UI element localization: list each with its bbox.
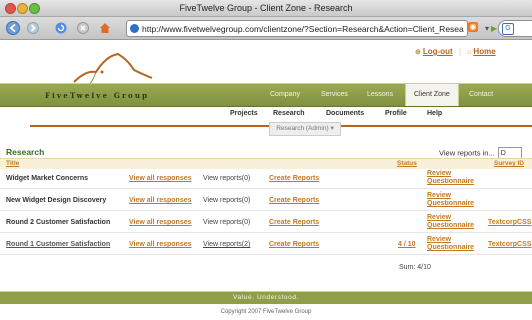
home-link-icon: ⌂: [467, 49, 472, 56]
status-link[interactable]: 4 / 10: [398, 241, 416, 248]
view-reports-text: View reports(0): [203, 175, 251, 182]
address-url: http://www.fivetwelvegroup.com/clientzon…: [142, 23, 464, 34]
create-reports-link[interactable]: Create Reports: [269, 219, 319, 226]
subnav-documents[interactable]: Documents: [326, 110, 364, 117]
web-page: ⊕ Log-out | ⌂ Home FiveTwelve Group Compan…: [0, 40, 532, 320]
nav-services[interactable]: Services: [321, 84, 348, 106]
survey-id-link[interactable]: TextcorpCSS: [488, 241, 531, 248]
sub-navigation: Projects Research Documents Profile Help: [0, 106, 532, 122]
address-bar[interactable]: http://www.fivetwelvegroup.com/clientzon…: [126, 20, 468, 37]
logout-icon: ⊕: [415, 49, 421, 56]
browser-toolbar: http://www.fivetwelvegroup.com/clientzon…: [0, 17, 532, 40]
column-header-title[interactable]: Title: [6, 160, 19, 167]
back-button[interactable]: [3, 21, 23, 35]
status-sum: Sum: 4/10: [399, 264, 431, 271]
research-dropdown[interactable]: Research (Admin) ▾: [269, 122, 341, 136]
stop-button[interactable]: [76, 21, 90, 35]
research-dropdown-label: Research (Admin): [276, 125, 329, 132]
view-reports-text: View reports(0): [203, 197, 251, 204]
review-questionnaire-link[interactable]: Review Questionnaire: [427, 236, 477, 252]
link-separator: |: [458, 47, 461, 56]
subnav-research[interactable]: Research: [273, 110, 305, 117]
subnav-help[interactable]: Help: [427, 110, 442, 117]
nav-contact[interactable]: Contact: [469, 84, 493, 106]
reload-icon: [55, 22, 67, 34]
nav-company[interactable]: Company: [270, 84, 300, 106]
rss-feed-icon[interactable]: ◉: [468, 22, 478, 32]
view-responses-link[interactable]: View all responses: [129, 175, 192, 182]
row-title: New Widget Design Discovery: [6, 197, 107, 204]
create-reports-link[interactable]: Create Reports: [269, 175, 319, 182]
back-arrow-icon: [6, 21, 20, 35]
view-reports-link[interactable]: View reports(2): [203, 241, 250, 248]
survey-id-link[interactable]: TextcorpCSS: [488, 219, 531, 226]
main-navigation: FiveTwelve Group Company Services Lesson…: [0, 83, 532, 107]
create-reports-link[interactable]: Create Reports: [269, 241, 319, 248]
logout-link[interactable]: Log-out: [423, 47, 453, 56]
nav-client-zone[interactable]: Client Zone: [405, 84, 459, 106]
site-favicon-icon: [130, 24, 139, 33]
footer-tagline: Value. Understood.: [0, 291, 532, 304]
view-responses-link[interactable]: View all responses: [129, 219, 192, 226]
row-title-link[interactable]: Round 1 Customer Satisfaction: [6, 241, 110, 248]
footer-copyright: Copyright 2007 FiveTwelve Group: [220, 309, 312, 315]
column-header-status[interactable]: Status: [397, 160, 417, 167]
review-questionnaire-link[interactable]: Review Questionnaire: [427, 192, 477, 208]
review-questionnaire-link[interactable]: Review Questionnaire: [427, 170, 477, 186]
nav-lessons[interactable]: Lessons: [367, 84, 393, 106]
home-button[interactable]: [98, 21, 112, 35]
stop-icon: [77, 22, 89, 34]
view-responses-link[interactable]: View all responses: [129, 197, 192, 204]
row-title: Round 2 Customer Satisfaction: [6, 219, 111, 226]
search-box[interactable]: G: [498, 20, 532, 37]
dropdown-arrow-icon: ▾: [330, 125, 334, 132]
view-responses-link[interactable]: View all responses: [129, 241, 192, 248]
table-header: Title Status Survey ID: [0, 158, 532, 169]
forward-button[interactable]: [25, 21, 41, 35]
subnav-projects[interactable]: Projects: [230, 110, 258, 117]
company-logo[interactable]: [72, 48, 154, 88]
table-row: Round 2 Customer Satisfaction View all r…: [0, 213, 532, 233]
view-reports-label: View reports in...: [439, 148, 495, 158]
search-engine-icon: G: [502, 23, 514, 35]
table-row: Widget Market Concerns View all response…: [0, 169, 532, 189]
utility-links: ⊕ Log-out | ⌂ Home: [415, 47, 496, 56]
table-row: New Widget Design Discovery View all res…: [0, 191, 532, 211]
column-header-survey-id[interactable]: Survey ID: [494, 160, 524, 167]
section-title: Research: [6, 147, 45, 157]
view-reports-text: View reports(0): [203, 219, 251, 226]
home-link[interactable]: Home: [473, 47, 495, 56]
window-title: FiveTwelve Group - Client Zone - Researc…: [179, 3, 353, 13]
review-questionnaire-link[interactable]: Review Questionnaire: [427, 214, 477, 230]
window-titlebar: FiveTwelve Group - Client Zone - Researc…: [0, 0, 532, 17]
row-title: Widget Market Concerns: [6, 175, 89, 182]
create-reports-link[interactable]: Create Reports: [269, 197, 319, 204]
subnav-profile[interactable]: Profile: [385, 110, 407, 117]
brand-name: FiveTwelve Group: [45, 91, 150, 100]
forward-arrow-icon: [27, 22, 39, 34]
reload-button[interactable]: [54, 21, 68, 35]
table-row: Round 1 Customer Satisfaction View all r…: [0, 235, 532, 255]
home-icon: [100, 23, 110, 33]
